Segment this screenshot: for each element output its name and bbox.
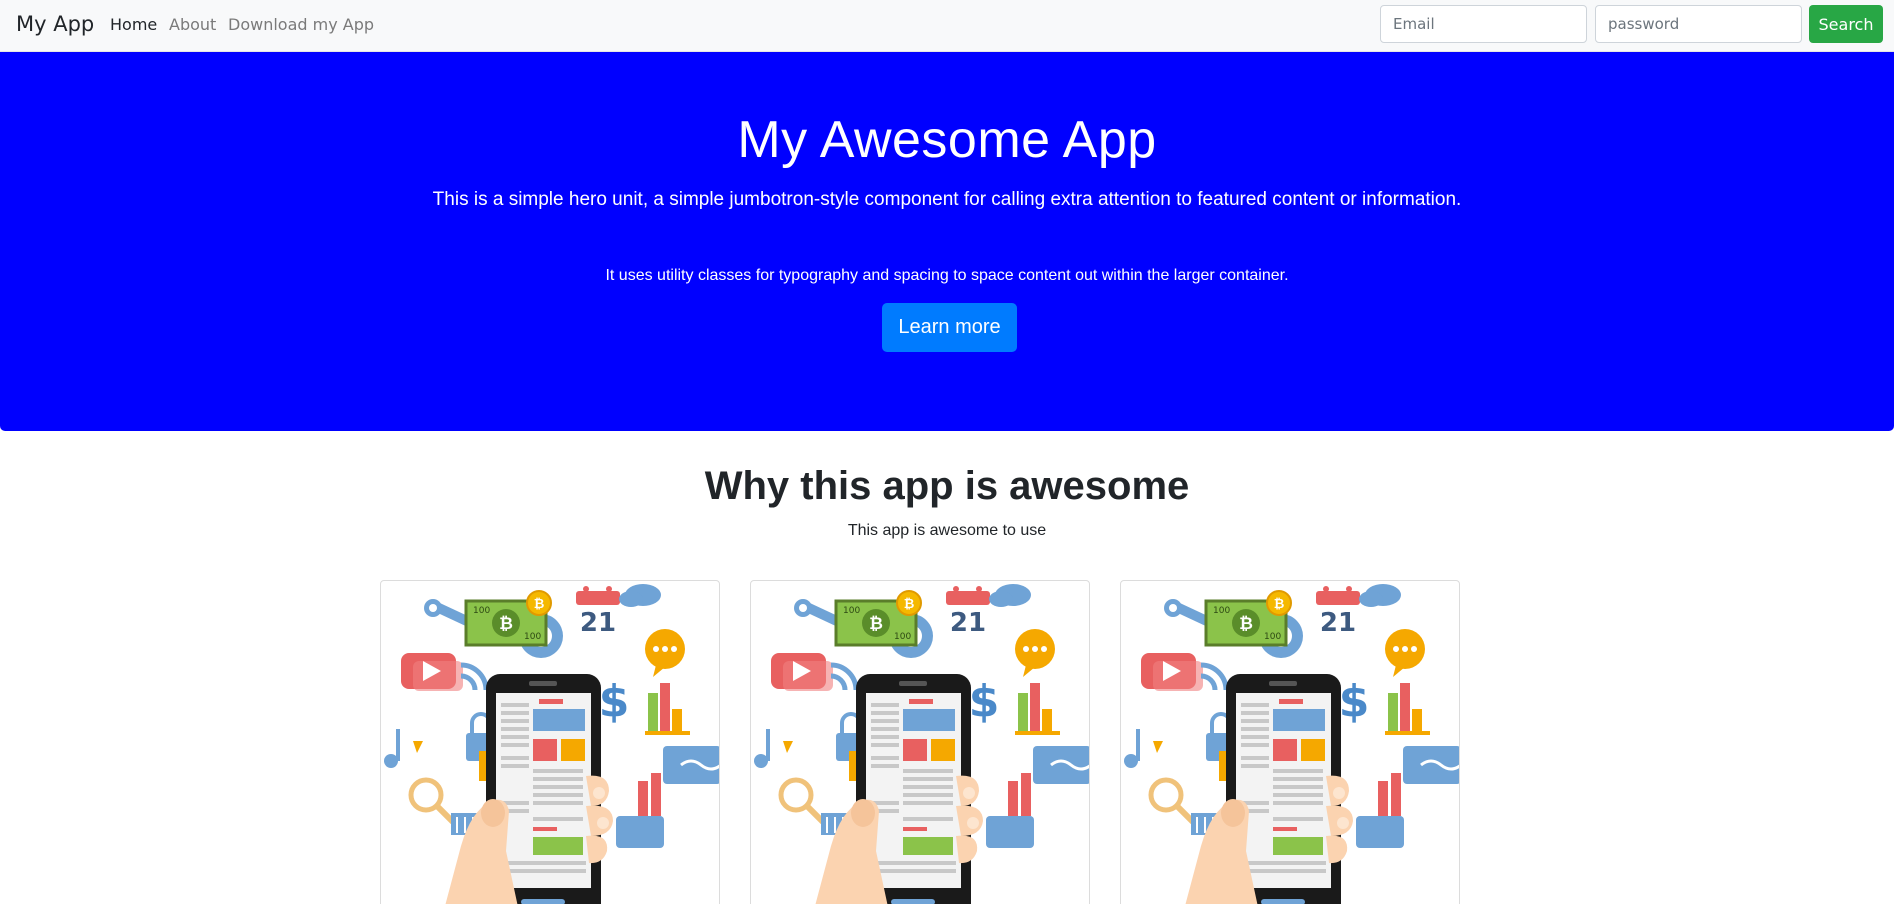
features-title: Why this app is awesome — [704, 464, 1190, 508]
hero-title: My Awesome App — [737, 111, 1157, 169]
svg-text:₿: ₿ — [499, 614, 513, 634]
svg-text:21: 21 — [580, 608, 616, 638]
email-input[interactable] — [1380, 5, 1587, 43]
svg-text:100: 100 — [1213, 606, 1230, 616]
svg-text:21: 21 — [950, 608, 986, 638]
hero-jumbotron: My Awesome App This is a simple hero uni… — [0, 52, 1894, 431]
svg-text:21: 21 — [1320, 608, 1356, 638]
svg-text:100: 100 — [473, 606, 490, 616]
mobile-app-illustration-icon: ₿ 100 100 ₿ 21 $ — [751, 581, 1089, 904]
learn-more-button[interactable]: Learn more — [882, 303, 1017, 352]
feature-card-1: ₿ 100 100 ₿ 21 $ — [380, 580, 720, 904]
hero-text: It uses utility classes for typography a… — [605, 267, 1289, 284]
svg-text:₿: ₿ — [1274, 597, 1285, 612]
svg-text:₿: ₿ — [1239, 614, 1253, 634]
nav-link-home[interactable]: Home — [110, 15, 157, 34]
brand-logo[interactable]: My App — [16, 12, 94, 36]
svg-text:100: 100 — [524, 632, 541, 642]
mobile-app-illustration-icon: ₿ 100 100 ₿ 21 $ — [1121, 581, 1459, 904]
svg-text:₿: ₿ — [869, 614, 883, 634]
svg-text:100: 100 — [843, 606, 860, 616]
feature-card-2: ₿ 100 100 ₿ 21 $ — [750, 580, 1090, 904]
mobile-app-illustration-icon: ₿ 100 100 ₿ 21 $ — [381, 581, 719, 904]
password-input[interactable] — [1595, 5, 1802, 43]
nav-link-about[interactable]: About — [169, 15, 216, 34]
svg-text:₿: ₿ — [904, 597, 915, 612]
svg-text:100: 100 — [894, 632, 911, 642]
navbar: My App Home About Download my App Search — [0, 0, 1894, 52]
hero-lead: This is a simple hero unit, a simple jum… — [432, 189, 1462, 210]
svg-text:100: 100 — [1264, 632, 1281, 642]
svg-text:₿: ₿ — [534, 597, 545, 612]
svg-text:$: $ — [599, 676, 630, 727]
feature-card-3: ₿ 100 100 ₿ 21 $ — [1120, 580, 1460, 904]
nav-link-download[interactable]: Download my App — [228, 15, 374, 34]
search-button[interactable]: Search — [1809, 5, 1883, 43]
svg-text:$: $ — [969, 676, 1000, 727]
features-subtitle: This app is awesome to use — [847, 522, 1047, 539]
svg-text:$: $ — [1339, 676, 1370, 727]
